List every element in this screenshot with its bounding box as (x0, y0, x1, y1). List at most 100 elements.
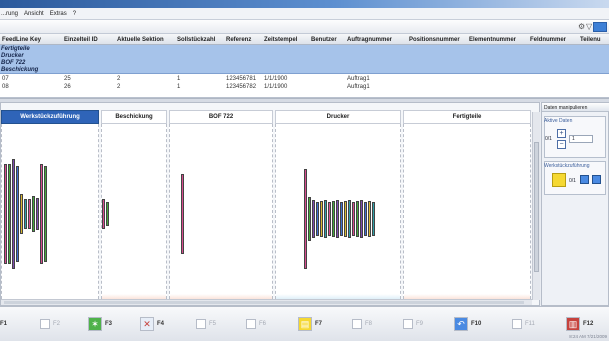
fkey-icon (512, 319, 522, 329)
workpiece-bar (12, 159, 15, 269)
workpiece-bar (16, 166, 19, 262)
fkey-icon: ▥ (566, 317, 580, 331)
workpiece-bar (102, 199, 105, 229)
workpiece-bar (304, 169, 307, 269)
column-header[interactable]: Referenz (226, 37, 251, 43)
fkey-f9[interactable]: F9 (403, 316, 423, 332)
group-line: BOF 722 (1, 60, 26, 66)
column-header[interactable]: Sollstückzahl (177, 37, 215, 43)
scroll-thumb[interactable] (4, 301, 524, 304)
group-line: Fertigteile (1, 46, 30, 52)
table-cell: 1/1/1900 (264, 84, 288, 90)
grid-header: FeedLine Key Einzelteil ID Aktuelle Sektio… (0, 34, 609, 45)
window-button[interactable] (593, 22, 607, 32)
workpiece-bar (324, 200, 327, 238)
workpiece-bar (356, 201, 359, 237)
fkey-f2[interactable]: F2 (40, 316, 60, 332)
status-time: 8:24 AM (569, 334, 586, 339)
column-header[interactable]: Feldnummer (530, 37, 566, 43)
fkey-f4[interactable]: ✕ F4 (140, 316, 164, 332)
workpiece-bar (348, 200, 351, 238)
tab-bof-722[interactable]: BOF 722 (169, 110, 273, 124)
menu-view[interactable]: Ansicht (24, 11, 44, 17)
fkey-icon: ✕ (140, 317, 154, 331)
column-header[interactable]: Elementnummer (469, 37, 516, 43)
workpiece-bar (106, 202, 109, 226)
fkey-label: F5 (209, 321, 217, 327)
column-header[interactable]: FeedLine Key (2, 37, 41, 43)
horizontal-scrollbar[interactable] (1, 299, 532, 305)
table-cell: 1/1/1900 (264, 76, 288, 82)
table-cell: 25 (64, 76, 71, 82)
fkey-f10[interactable]: ↶ F10 (454, 316, 481, 332)
table-cell: 123456781 (226, 76, 257, 82)
fkey-label: F9 (416, 321, 424, 327)
quantity-stepper[interactable]: 1 (569, 135, 593, 143)
tab-beschickung[interactable]: Beschickung (101, 110, 167, 124)
workpiece-bar (20, 194, 23, 234)
column-header[interactable]: Positionsnummer (409, 37, 460, 43)
column-header[interactable]: Aktuelle Sektion (117, 37, 164, 43)
workpiece-bar (372, 202, 375, 236)
menu-extras[interactable]: Extras (50, 11, 67, 17)
tab-drucker[interactable]: Drucker (275, 110, 401, 124)
column-header[interactable]: Zeitstempel (264, 37, 297, 43)
table-row[interactable]: 08 26 2 1 123456782 1/1/1900 Auftrag1 (0, 83, 609, 91)
tab-fertigteile[interactable]: Fertigteile (403, 110, 531, 124)
scroll-thumb[interactable] (534, 142, 539, 272)
workpiece-bar (328, 202, 331, 236)
table-row[interactable]: 07 25 2 1 123456781 1/1/1900 Auftrag1 (0, 75, 609, 83)
fkey-f5[interactable]: F5 (196, 316, 216, 332)
title-bar (0, 0, 609, 8)
counter-label: 0/1 (569, 178, 576, 184)
application-window: ...rung Ansicht Extras ? ⚙ ▽ FeedLine Ke… (0, 0, 609, 341)
menu-bar: ...rung Ansicht Extras ? (0, 8, 609, 20)
table-cell: 08 (2, 84, 9, 90)
fkey-f12[interactable]: ▥ F12 (566, 316, 593, 332)
vertical-scrollbar[interactable] (532, 112, 540, 300)
decrement-button[interactable]: − (557, 140, 566, 149)
fkey-f7[interactable]: ▤ F7 (298, 316, 322, 332)
workpiece-icon[interactable] (552, 173, 566, 187)
menu-file[interactable]: ...rung (1, 11, 18, 17)
menu-help[interactable]: ? (73, 11, 76, 17)
previous-button[interactable] (580, 175, 589, 184)
workpiece-bar (28, 199, 31, 229)
column-header[interactable]: Einzelteil ID (64, 37, 98, 43)
increment-button[interactable]: + (557, 129, 566, 138)
fkey-icon: ↶ (454, 317, 468, 331)
column-header[interactable]: Auftragnummer (347, 37, 392, 43)
table-cell: 123456782 (226, 84, 257, 90)
counter-label: 0/1 (545, 136, 552, 142)
group-line: Drucker (1, 53, 24, 59)
toolbar: ⚙ ▽ (0, 20, 609, 34)
section-label: Werkstückzuführung (544, 163, 590, 169)
workpiece-bar (32, 196, 35, 232)
fkey-icon (352, 319, 362, 329)
fkey-f8[interactable]: F8 (352, 316, 372, 332)
tab-werkstueckzufuehrung[interactable]: Werkstückzuführung (1, 110, 99, 124)
fkey-f3[interactable]: ✶ F3 (88, 316, 112, 332)
section-panel-bof-722 (169, 124, 273, 304)
workpiece-bar (4, 164, 7, 264)
data-manipulation-panel: Daten manipulieren Aktive Daten + − 0/1 … (541, 102, 609, 306)
table-cell: Auftrag1 (347, 84, 370, 90)
filter-icon[interactable]: ▽ (586, 23, 592, 31)
fkey-f6[interactable]: F6 (246, 316, 266, 332)
fkey-f1[interactable]: F1 (0, 316, 7, 332)
fkey-f11[interactable]: F11 (512, 316, 535, 332)
fkey-icon (196, 319, 206, 329)
workpiece-bar (24, 199, 27, 229)
settings-icon[interactable]: ⚙ (578, 23, 585, 31)
workpiece-bar (181, 174, 184, 254)
fkey-icon (403, 319, 413, 329)
workpiece-bar (364, 202, 367, 236)
group-block-selected[interactable]: Fertigteile Drucker BOF 722 Beschickung (0, 45, 609, 74)
column-header[interactable]: Teilenu (580, 37, 601, 43)
table-cell: 1 (177, 76, 181, 82)
column-header[interactable]: Benutzer (311, 37, 337, 43)
next-button[interactable] (592, 175, 601, 184)
table-cell: 07 (2, 76, 9, 82)
fkey-label: F11 (525, 321, 535, 327)
table-cell: 1 (177, 84, 181, 90)
